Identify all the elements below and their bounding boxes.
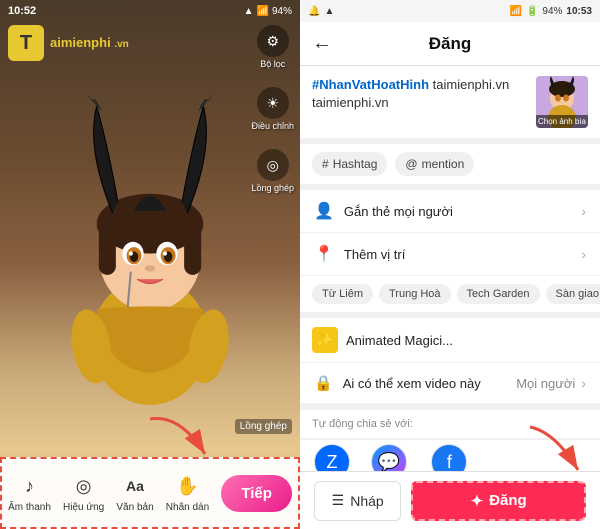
mention-label: mention bbox=[422, 157, 465, 171]
sticker-icon[interactable]: ✋ bbox=[174, 473, 200, 499]
logo-vn: .vn bbox=[114, 39, 128, 50]
right-side-icons: ⚙ Bộ lọc ☀ Điều chỉnh ◎ Lồng ghép bbox=[251, 25, 294, 193]
privacy-arrow: › bbox=[581, 375, 586, 391]
right-time: 10:53 bbox=[566, 6, 592, 17]
cover-button[interactable]: Chọn ảnh bìa bbox=[536, 115, 588, 128]
privacy-value: Mọi người bbox=[516, 376, 575, 391]
privacy-row[interactable]: 🔒 Ai có thể xem video này Mọi người › bbox=[300, 363, 600, 404]
filter-label: Bộ lọc bbox=[260, 59, 285, 69]
right-header: ← Đăng bbox=[300, 22, 600, 66]
left-panel: 10:52 ▲ 📶 94% T aimienphi .vn ⚙ Bộ lọc ☀… bbox=[0, 0, 300, 529]
red-arrow-right bbox=[520, 422, 590, 482]
back-button[interactable]: ← bbox=[312, 32, 332, 55]
text-label: Văn bản bbox=[116, 502, 153, 513]
right-battery: 94% bbox=[542, 6, 562, 17]
location-icon: 📍 bbox=[314, 244, 334, 264]
animated-text: Animated Magici... bbox=[346, 333, 588, 348]
share-zalo[interactable]: Z Zalo bbox=[314, 444, 350, 471]
hash-tag-text: #NhanVatHoatHinh bbox=[312, 77, 429, 92]
site-text: taimienphi.vn bbox=[433, 77, 510, 92]
post-label: Đăng bbox=[489, 492, 527, 509]
next-button[interactable]: Tiếp bbox=[221, 475, 292, 512]
character-svg bbox=[40, 85, 260, 405]
post-text-input[interactable]: #NhanVatHoatHinh taimienphi.vn taimienph… bbox=[312, 76, 528, 112]
tags-row: # Hashtag @ mention bbox=[300, 144, 600, 184]
right-status-right: 📶 🔋 94% 10:53 bbox=[510, 6, 593, 17]
text-icon[interactable]: Aa bbox=[122, 473, 148, 499]
tag-people-row[interactable]: 👤 Gắn thẻ mọi người › bbox=[300, 190, 600, 233]
chip-3[interactable]: Sàn giao dịch Bất ... bbox=[546, 284, 600, 304]
chip-2[interactable]: Tech Garden bbox=[457, 284, 540, 304]
draft-button[interactable]: ☰ Nháp bbox=[314, 481, 401, 521]
lock-icon: 🔒 bbox=[314, 374, 333, 392]
zalo-icon[interactable]: Z bbox=[314, 444, 350, 471]
privacy-label: Ai có thể xem video này bbox=[343, 376, 517, 391]
add-location-text: Thêm vị trí bbox=[344, 247, 581, 262]
hashtag-button[interactable]: # Hashtag bbox=[312, 152, 387, 176]
messenger-icon[interactable]: 💬 bbox=[371, 444, 407, 471]
toolbar-sticker[interactable]: ✋ Nhãn dán bbox=[166, 473, 209, 513]
location-arrow: › bbox=[581, 246, 586, 262]
add-location-row[interactable]: 📍 Thêm vị trí › bbox=[300, 233, 600, 276]
share-messenger[interactable]: 💬 Messenger bbox=[364, 444, 413, 471]
mention-icon: @ bbox=[405, 157, 417, 171]
toolbar-effects[interactable]: ◎ Hiệu ứng bbox=[63, 473, 104, 513]
right-content: #NhanVatHoatHinh taimienphi.vn taimienph… bbox=[300, 66, 600, 471]
logo-name: aimienphi .vn bbox=[50, 36, 129, 50]
left-time: 10:52 bbox=[8, 5, 36, 17]
left-battery: 94% bbox=[272, 6, 292, 17]
chip-1[interactable]: Trung Hoà bbox=[379, 284, 451, 304]
effects-label: Hiệu ứng bbox=[63, 502, 104, 513]
animated-row[interactable]: ✨ Animated Magici... bbox=[300, 318, 600, 363]
post-icon: ✦ bbox=[471, 492, 484, 510]
sticker-label: Nhãn dán bbox=[166, 502, 209, 513]
overlay-icon-group[interactable]: ◎ Lồng ghép bbox=[251, 149, 294, 193]
sound-icon[interactable]: ♪ bbox=[16, 473, 42, 499]
adjust-icon[interactable]: ☀ bbox=[257, 87, 289, 119]
animated-icon: ✨ bbox=[312, 327, 338, 353]
chip-0[interactable]: Từ Liêm bbox=[312, 284, 373, 304]
mention-button[interactable]: @ mention bbox=[395, 152, 474, 176]
left-status-icons: ▲ 📶 94% bbox=[244, 6, 292, 17]
overlay-icon[interactable]: ◎ bbox=[257, 149, 289, 181]
sound-label: Âm thanh bbox=[8, 502, 51, 513]
site-domain: taimienphi.vn bbox=[312, 95, 389, 110]
page-title: Đăng bbox=[344, 34, 556, 54]
character-container bbox=[30, 40, 270, 449]
tag-people-arrow: › bbox=[581, 203, 586, 219]
draft-label: Nháp bbox=[350, 493, 383, 509]
filter-icon-group[interactable]: ⚙ Bộ lọc bbox=[257, 25, 289, 69]
tag-people-icon: 👤 bbox=[314, 201, 334, 221]
effects-icon[interactable]: ◎ bbox=[71, 473, 97, 499]
longhieu-label: Lồng ghép bbox=[235, 419, 292, 434]
filter-icon[interactable]: ⚙ bbox=[257, 25, 289, 57]
adjust-icon-group[interactable]: ☀ Điều chỉnh bbox=[251, 87, 294, 131]
overlay-label: Lồng ghép bbox=[251, 183, 294, 193]
post-button[interactable]: ✦ Đăng bbox=[411, 481, 586, 521]
facebook-icon[interactable]: f bbox=[431, 444, 467, 471]
draft-icon: ☰ bbox=[332, 492, 345, 509]
red-arrow-left bbox=[140, 409, 220, 474]
post-thumbnail[interactable]: Chọn ảnh bìa bbox=[536, 76, 588, 128]
hashtag-label: Hashtag bbox=[333, 157, 378, 171]
bottom-bar: ☰ Nháp ✦ Đăng bbox=[300, 471, 600, 529]
toolbar-text[interactable]: Aa Văn bản bbox=[116, 473, 153, 513]
right-status-left: 🔔▲ bbox=[308, 6, 334, 17]
logo-letter: T bbox=[8, 25, 44, 61]
hashtag-icon: # bbox=[322, 157, 329, 171]
adjust-label: Điều chỉnh bbox=[251, 121, 294, 131]
right-status-bar: 🔔▲ 📶 🔋 94% 10:53 bbox=[300, 0, 600, 22]
location-chips: Từ Liêm Trung Hoà Tech Garden Sàn giao d… bbox=[300, 276, 600, 312]
tag-people-text: Gắn thẻ mọi người bbox=[344, 204, 581, 219]
share-facebook[interactable]: f Facebook bbox=[427, 444, 471, 471]
toolbar-sound[interactable]: ♪ Âm thanh bbox=[8, 473, 51, 513]
left-status-bar: 10:52 ▲ 📶 94% bbox=[0, 0, 300, 22]
logo-container: T aimienphi .vn bbox=[8, 25, 129, 61]
post-text-section: #NhanVatHoatHinh taimienphi.vn taimienph… bbox=[300, 66, 600, 138]
right-panel: 🔔▲ 📶 🔋 94% 10:53 ← Đăng #NhanVatHoatHinh… bbox=[300, 0, 600, 529]
